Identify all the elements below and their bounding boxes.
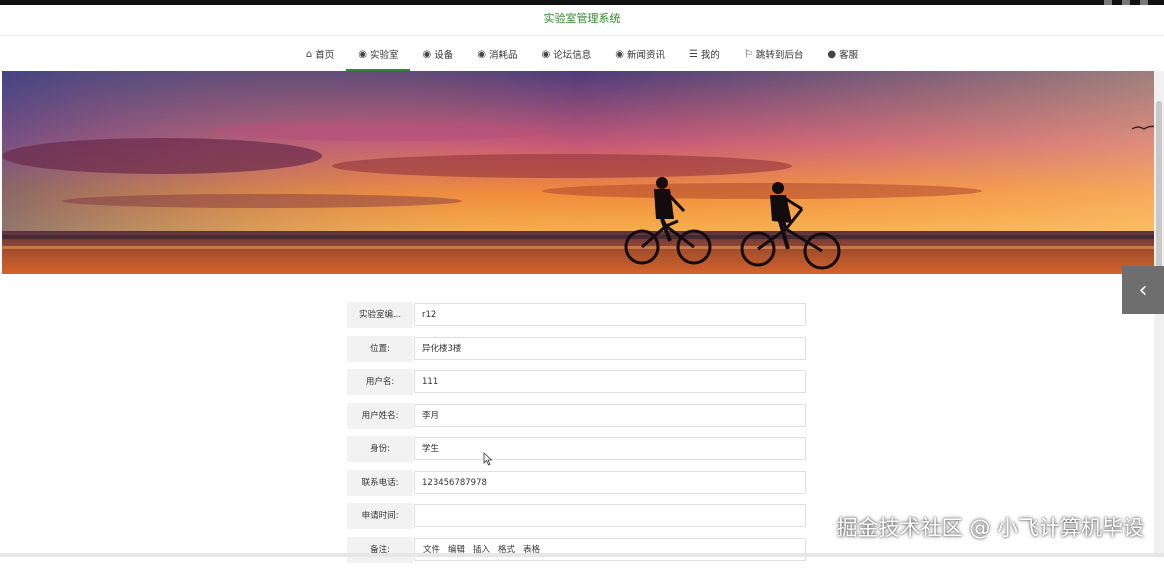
form-row-apply-time: 申请时间: (347, 503, 809, 529)
nav-item-label: 新闻资讯 (626, 50, 665, 61)
phone-field[interactable]: 123456787978 (414, 470, 806, 494)
nav-item-label: 消耗品 (488, 50, 518, 61)
nav-item-label: 客服 (839, 50, 859, 61)
field-label: 备注: (347, 536, 413, 563)
real-name-field[interactable]: 李月 (414, 403, 806, 427)
nav-item-label: 首页 (315, 50, 335, 61)
flag-icon: ⚐ (743, 48, 753, 60)
nav-item-label: 设备 (434, 50, 454, 61)
stack-icon: ◉ (541, 48, 551, 60)
form-row-username: 用户名: 111 (347, 369, 809, 395)
nav-item-home[interactable]: ⌂ 首页 (294, 36, 346, 72)
stack-icon: ◉ (358, 48, 367, 60)
username-field[interactable]: 111 (414, 370, 806, 393)
identity-field[interactable]: 学生 (414, 437, 806, 460)
bottom-border (0, 553, 1164, 557)
form-row-lab-number: 实验室编... r12 (347, 302, 809, 328)
nav-item-news[interactable]: ◉ 新闻资讯 (603, 36, 677, 72)
field-label: 联系电话: (347, 469, 413, 496)
lab-application-form: 实验室编... r12 位置: 异化楼3楼 用户名: 111 用户姓名: 李月 … (347, 302, 809, 570)
support-icon: ● (827, 48, 837, 60)
chevron-left-icon: ‹ (1138, 277, 1148, 303)
nav-item-label: 论坛信息 (553, 50, 592, 61)
remark-editor-toolbar: 文件 编辑 插入 格式 表格 (414, 537, 806, 561)
nav-item-lab[interactable]: ◉ 实验室 (346, 36, 411, 72)
form-row-real-name: 用户姓名: 李月 (347, 402, 809, 429)
watermark-text: 掘金技术社区 @ 小飞计算机毕设 (836, 516, 1144, 540)
field-label: 申请时间: (347, 503, 413, 529)
stack-icon: ◉ (477, 48, 486, 60)
nav-item-forum[interactable]: ◉ 论坛信息 (529, 36, 603, 72)
location-field[interactable]: 异化楼3楼 (414, 336, 806, 360)
field-label: 实验室编... (347, 302, 413, 328)
nav-item-label: 我的 (700, 50, 720, 61)
nav-item-mine[interactable]: ☰ 我的 (677, 36, 732, 72)
nav-item-backend[interactable]: ⚐ 跳转到后台 (732, 36, 815, 72)
lab-number-field[interactable]: r12 (414, 303, 806, 326)
field-label: 身份: (347, 436, 413, 462)
field-label: 用户姓名: (347, 402, 413, 429)
form-row-location: 位置: 异化楼3楼 (347, 335, 809, 362)
stack-icon: ◉ (615, 48, 624, 60)
site-title: 实验室管理系统 (543, 12, 621, 25)
mouse-cursor-icon (483, 452, 493, 466)
nav-item-label: 实验室 (369, 50, 399, 61)
collapse-side-button[interactable]: ‹ (1122, 266, 1164, 314)
form-row-remark: 备注: 文件 编辑 插入 格式 表格 (347, 536, 809, 563)
main-nav: ⌂ 首页 ◉ 实验室 ◉ 设备 ◉ 消耗品 ◉ 论坛信息 ◉ 新闻资讯 ☰ 我的… (0, 35, 1164, 72)
stack-icon: ◉ (422, 48, 432, 60)
home-icon: ⌂ (305, 48, 313, 60)
form-row-identity: 身份: 学生 (347, 436, 809, 462)
apply-time-field[interactable] (414, 504, 806, 527)
field-label: 位置: (347, 335, 413, 362)
form-row-phone: 联系电话: 123456787978 (347, 469, 809, 496)
page-scrollbar[interactable] (1154, 71, 1164, 557)
nav-item-label: 跳转到后台 (755, 50, 804, 61)
nav-item-equipment[interactable]: ◉ 设备 (410, 36, 465, 72)
nav-item-consumables[interactable]: ◉ 消耗品 (465, 36, 529, 72)
field-label: 用户名: (347, 369, 413, 395)
nav-item-support[interactable]: ● 客服 (815, 36, 870, 72)
banner-image (2, 71, 1154, 274)
list-icon: ☰ (688, 48, 698, 60)
